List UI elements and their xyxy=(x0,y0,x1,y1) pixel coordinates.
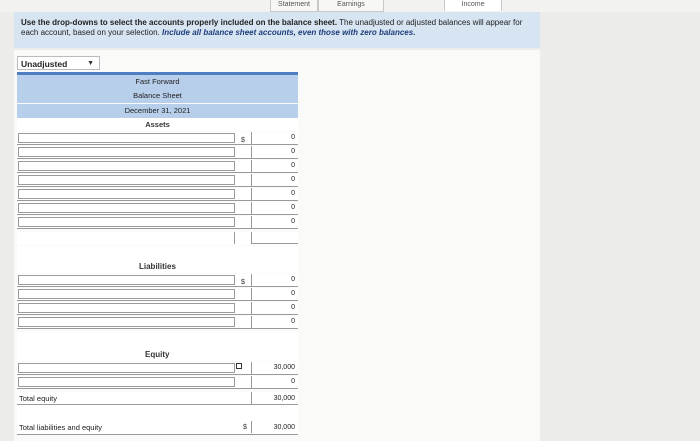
instructions-lead: Use the drop-downs to select the account… xyxy=(21,18,338,27)
liability-row: 0 xyxy=(17,288,298,301)
liability-account-select[interactable] xyxy=(18,275,235,285)
liability-account-select[interactable] xyxy=(18,303,235,313)
equity-amount: 0 xyxy=(251,376,298,388)
tab-income[interactable]: Income xyxy=(444,0,502,11)
asset-row: 0 xyxy=(17,188,298,201)
spacer xyxy=(17,405,298,421)
total-equity-row: Total equity 30,000 xyxy=(17,392,298,405)
asset-account-select[interactable] xyxy=(18,175,235,185)
company-name: Fast Forward xyxy=(17,75,298,89)
liability-row: 0 xyxy=(17,274,298,287)
tab-earnings[interactable]: Earnings xyxy=(318,0,384,12)
asset-account-select[interactable] xyxy=(18,161,235,171)
asset-amount: 0 xyxy=(251,132,298,144)
spacer xyxy=(17,332,298,348)
tab-strip: Statement Earnings Income xyxy=(0,0,700,12)
asset-amount: 0 xyxy=(251,216,298,228)
tab-statement[interactable]: Statement xyxy=(270,0,318,12)
liability-amount: 0 xyxy=(251,274,298,286)
liabilities-heading: Liabilities xyxy=(17,260,298,273)
instructions-emphasis: Include all balance sheet accounts, even… xyxy=(162,28,416,37)
asset-row: 0 xyxy=(17,202,298,215)
asset-amount: 0 xyxy=(251,174,298,186)
asset-account-select[interactable] xyxy=(18,217,235,227)
statement-title: Balance Sheet xyxy=(17,89,298,103)
total-equity-value: 30,000 xyxy=(251,392,298,404)
equity-heading: Equity xyxy=(17,348,298,361)
asset-row: 0 xyxy=(17,174,298,187)
asset-amount: 0 xyxy=(251,188,298,200)
statement-date: December 31, 2021 xyxy=(17,104,298,118)
total-le-label: Total liabilities and equity xyxy=(19,423,102,432)
balance-type-dropdown[interactable]: Unadjusted ▼ xyxy=(17,56,100,70)
chevron-down-icon: ▼ xyxy=(87,60,94,67)
total-equity-label: Total equity xyxy=(19,394,57,403)
liability-account-select[interactable] xyxy=(18,317,235,327)
asset-row: 0 xyxy=(17,216,298,229)
spacer xyxy=(17,246,298,260)
asset-amount: 0 xyxy=(251,146,298,158)
liability-row: 0 xyxy=(17,302,298,315)
asset-row: 0 xyxy=(17,160,298,173)
asset-row: 0 xyxy=(17,132,298,145)
asset-amount: 0 xyxy=(251,160,298,172)
equity-row: 30,000 xyxy=(17,362,298,375)
total-le-value: 30,000 xyxy=(251,421,298,433)
asset-row: 0 xyxy=(17,146,298,159)
liability-account-select[interactable] xyxy=(18,289,235,299)
equity-account-select[interactable] xyxy=(18,377,235,387)
flag-icon xyxy=(236,363,242,369)
asset-amount: 0 xyxy=(251,202,298,214)
liability-amount: 0 xyxy=(251,302,298,314)
total-currency: $ xyxy=(243,424,247,431)
asset-account-select[interactable] xyxy=(18,189,235,199)
dropdown-value: Unadjusted xyxy=(21,59,68,69)
asset-account-select[interactable] xyxy=(18,133,235,143)
instructions: Use the drop-downs to select the account… xyxy=(21,18,536,38)
equity-row: 0 xyxy=(17,376,298,389)
equity-account-select[interactable] xyxy=(18,363,235,373)
liability-amount: 0 xyxy=(251,316,298,328)
liability-currency: $ xyxy=(241,279,245,286)
asset-account-select[interactable] xyxy=(18,203,235,213)
liability-amount: 0 xyxy=(251,288,298,300)
asset-account-select[interactable] xyxy=(18,147,235,157)
assets-heading: Assets xyxy=(17,118,298,131)
assets-total-row xyxy=(17,232,298,245)
asset-currency: $ xyxy=(241,137,245,144)
total-liabilities-equity-row: Total liabilities and equity $ 30,000 xyxy=(17,421,298,435)
equity-amount: 30,000 xyxy=(251,362,298,374)
liability-row: 0 xyxy=(17,316,298,329)
